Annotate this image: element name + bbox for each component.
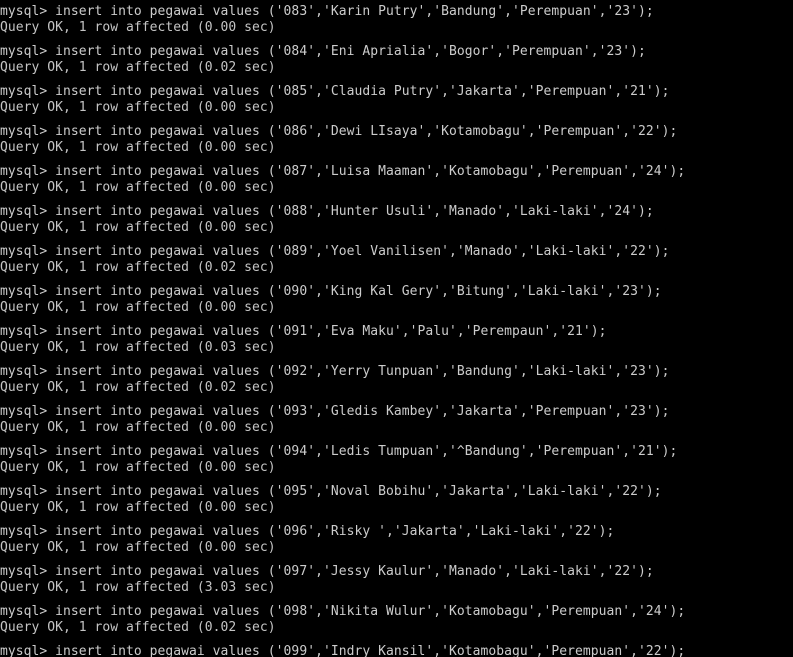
command-line: mysql> insert into pegawai values ('094'… bbox=[0, 444, 678, 459]
command-line: mysql> insert into pegawai values ('097'… bbox=[0, 564, 654, 579]
result-line: Query OK, 1 row affected (0.00 sec) bbox=[0, 540, 276, 555]
result-line: Query OK, 1 row affected (0.00 sec) bbox=[0, 100, 276, 115]
result-line: Query OK, 1 row affected (0.00 sec) bbox=[0, 460, 276, 475]
command-line: mysql> insert into pegawai values ('089'… bbox=[0, 244, 670, 259]
query-block: mysql> insert into pegawai values ('086'… bbox=[0, 124, 793, 160]
command-line: mysql> insert into pegawai values ('098'… bbox=[0, 604, 686, 619]
query-block: mysql> insert into pegawai values ('089'… bbox=[0, 244, 793, 280]
command-line: mysql> insert into pegawai values ('090'… bbox=[0, 284, 662, 299]
query-block: mysql> insert into pegawai values ('091'… bbox=[0, 324, 793, 360]
query-block: mysql> insert into pegawai values ('090'… bbox=[0, 284, 793, 320]
terminal-output-area: mysql> insert into pegawai values ('083'… bbox=[0, 4, 793, 657]
result-line: Query OK, 1 row affected (0.00 sec) bbox=[0, 20, 276, 35]
command-line: mysql> insert into pegawai values ('095'… bbox=[0, 484, 662, 499]
command-line: mysql> insert into pegawai values ('085'… bbox=[0, 84, 670, 99]
command-line: mysql> insert into pegawai values ('087'… bbox=[0, 164, 686, 179]
result-line: Query OK, 1 row affected (0.00 sec) bbox=[0, 420, 276, 435]
result-line: Query OK, 1 row affected (0.03 sec) bbox=[0, 340, 276, 355]
query-block: mysql> insert into pegawai values ('095'… bbox=[0, 484, 793, 520]
command-line: mysql> insert into pegawai values ('096'… bbox=[0, 524, 615, 539]
result-line: Query OK, 1 row affected (0.00 sec) bbox=[0, 180, 276, 195]
query-block: mysql> insert into pegawai values ('094'… bbox=[0, 444, 793, 480]
query-block: mysql> insert into pegawai values ('098'… bbox=[0, 604, 793, 640]
result-line: Query OK, 1 row affected (0.00 sec) bbox=[0, 500, 276, 515]
result-line: Query OK, 1 row affected (0.00 sec) bbox=[0, 300, 276, 315]
command-line: mysql> insert into pegawai values ('092'… bbox=[0, 364, 670, 379]
query-block: mysql> insert into pegawai values ('084'… bbox=[0, 44, 793, 80]
result-line: Query OK, 1 row affected (0.02 sec) bbox=[0, 60, 276, 75]
mysql-terminal-window[interactable]: mysql> insert into pegawai values ('083'… bbox=[0, 0, 793, 657]
result-line: Query OK, 1 row affected (0.00 sec) bbox=[0, 140, 276, 155]
query-block: mysql> insert into pegawai values ('093'… bbox=[0, 404, 793, 440]
result-line: Query OK, 1 row affected (0.02 sec) bbox=[0, 380, 276, 395]
result-line: Query OK, 1 row affected (0.02 sec) bbox=[0, 260, 276, 275]
command-line: mysql> insert into pegawai values ('083'… bbox=[0, 4, 654, 19]
query-block: mysql> insert into pegawai values ('083'… bbox=[0, 4, 793, 40]
command-line: mysql> insert into pegawai values ('099'… bbox=[0, 644, 686, 657]
query-block: mysql> insert into pegawai values ('096'… bbox=[0, 524, 793, 560]
command-line: mysql> insert into pegawai values ('093'… bbox=[0, 404, 670, 419]
command-line: mysql> insert into pegawai values ('088'… bbox=[0, 204, 654, 219]
result-line: Query OK, 1 row affected (0.00 sec) bbox=[0, 220, 276, 235]
command-line: mysql> insert into pegawai values ('086'… bbox=[0, 124, 678, 139]
result-line: Query OK, 1 row affected (3.03 sec) bbox=[0, 580, 276, 595]
command-line: mysql> insert into pegawai values ('084'… bbox=[0, 44, 646, 59]
result-line: Query OK, 1 row affected (0.02 sec) bbox=[0, 620, 276, 635]
query-block: mysql> insert into pegawai values ('097'… bbox=[0, 564, 793, 600]
query-block: mysql> insert into pegawai values ('087'… bbox=[0, 164, 793, 200]
query-block: mysql> insert into pegawai values ('092'… bbox=[0, 364, 793, 400]
query-block: mysql> insert into pegawai values ('099'… bbox=[0, 644, 793, 657]
command-line: mysql> insert into pegawai values ('091'… bbox=[0, 324, 607, 339]
query-block: mysql> insert into pegawai values ('088'… bbox=[0, 204, 793, 240]
query-block: mysql> insert into pegawai values ('085'… bbox=[0, 84, 793, 120]
